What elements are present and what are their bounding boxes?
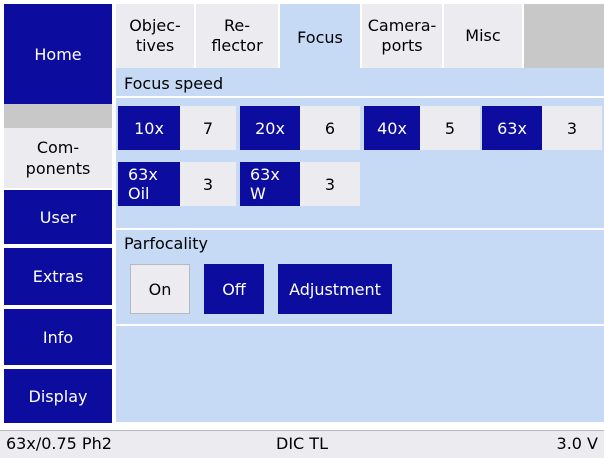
nav-home-button[interactable]: Home: [4, 4, 112, 104]
objective-63x-w-line2: W: [250, 184, 266, 203]
tab-camera-ports-line2: ports: [381, 36, 423, 55]
tab-misc[interactable]: Misc: [444, 4, 522, 68]
nav-user-button[interactable]: User: [4, 190, 112, 244]
nav-info-label: Info: [42, 327, 74, 347]
nav-separator: [4, 104, 112, 128]
nav-components-button[interactable]: Com- ponents: [4, 128, 112, 188]
nav-display-label: Display: [28, 386, 88, 406]
tab-objectives-line2: tives: [135, 36, 175, 55]
objective-20x-label: 20x: [255, 118, 285, 138]
objective-40x-button[interactable]: 40x: [364, 106, 420, 150]
nav-display-button[interactable]: Display: [4, 369, 112, 423]
parfocality-on-label: On: [148, 279, 172, 299]
tab-focus[interactable]: Focus: [280, 4, 360, 72]
tab-misc-label: Misc: [465, 26, 501, 45]
speed-63x-w-value[interactable]: 3: [300, 162, 360, 206]
objective-63x-w-line1: 63x: [250, 165, 280, 184]
parfocality-off-button[interactable]: Off: [204, 264, 264, 314]
nav-home-label: Home: [34, 44, 82, 64]
parfocality-on-button[interactable]: On: [130, 264, 190, 314]
objective-63x-oil-line1: 63x: [128, 165, 158, 184]
speed-63x-w-label: 3: [324, 174, 336, 194]
focus-speed-title: Focus speed: [124, 74, 224, 93]
parfocality-adjustment-button[interactable]: Adjustment: [278, 264, 392, 314]
parfocality-title: Parfocality: [124, 234, 208, 253]
parfocality-top-divider: [116, 228, 604, 230]
focus-speed-divider: [116, 96, 604, 98]
objective-20x-button[interactable]: 20x: [240, 106, 300, 150]
nav-components-label-line1: Com-: [36, 138, 80, 157]
tab-reflector-line1: Re-: [223, 16, 250, 35]
speed-40x-label: 5: [444, 118, 456, 138]
tab-focus-label: Focus: [297, 28, 343, 47]
status-bar: 63x/0.75 Ph2 DIC TL 3.0 V: [0, 430, 604, 458]
status-voltage: 3.0 V: [556, 434, 598, 453]
tab-camera-ports-line1: Camera-: [367, 16, 437, 35]
parfocality-adjustment-label: Adjustment: [289, 279, 381, 299]
objective-63x-oil-line2: Oil: [128, 184, 150, 203]
tab-objectives[interactable]: Objec- tives: [116, 4, 194, 68]
speed-10x-label: 7: [202, 118, 214, 138]
speed-63x-oil-value[interactable]: 3: [180, 162, 236, 206]
tab-bar-filler: [524, 4, 604, 68]
speed-40x-value[interactable]: 5: [420, 106, 480, 150]
objective-10x-label: 10x: [134, 118, 164, 138]
speed-20x-label: 6: [324, 118, 336, 138]
nav-extras-button[interactable]: Extras: [4, 248, 112, 305]
tab-reflector-line2: flector: [211, 36, 263, 55]
speed-63x-label: 3: [566, 118, 578, 138]
nav-components-label-line2: ponents: [25, 159, 91, 178]
parfocality-bottom-divider: [116, 324, 604, 326]
objective-63x-button[interactable]: 63x: [482, 106, 542, 150]
speed-63x-value[interactable]: 3: [542, 106, 602, 150]
status-objective: 63x/0.75 Ph2: [6, 434, 112, 453]
tab-reflector[interactable]: Re- flector: [196, 4, 278, 68]
status-contrast: DIC TL: [276, 434, 328, 453]
objective-40x-label: 40x: [377, 118, 407, 138]
speed-10x-value[interactable]: 7: [180, 106, 236, 150]
tab-camera-ports[interactable]: Camera- ports: [362, 4, 442, 68]
speed-20x-value[interactable]: 6: [300, 106, 360, 150]
nav-user-label: User: [39, 207, 77, 227]
speed-63x-oil-label: 3: [202, 174, 214, 194]
objective-10x-button[interactable]: 10x: [118, 106, 180, 150]
objective-63x-oil-button[interactable]: 63x Oil: [118, 162, 180, 206]
nav-info-button[interactable]: Info: [4, 309, 112, 365]
nav-extras-label: Extras: [32, 267, 84, 286]
objective-63x-w-button[interactable]: 63x W: [240, 162, 300, 206]
objective-63x-label: 63x: [497, 118, 527, 138]
parfocality-off-label: Off: [222, 279, 246, 299]
tab-objectives-line1: Objec-: [129, 16, 181, 35]
